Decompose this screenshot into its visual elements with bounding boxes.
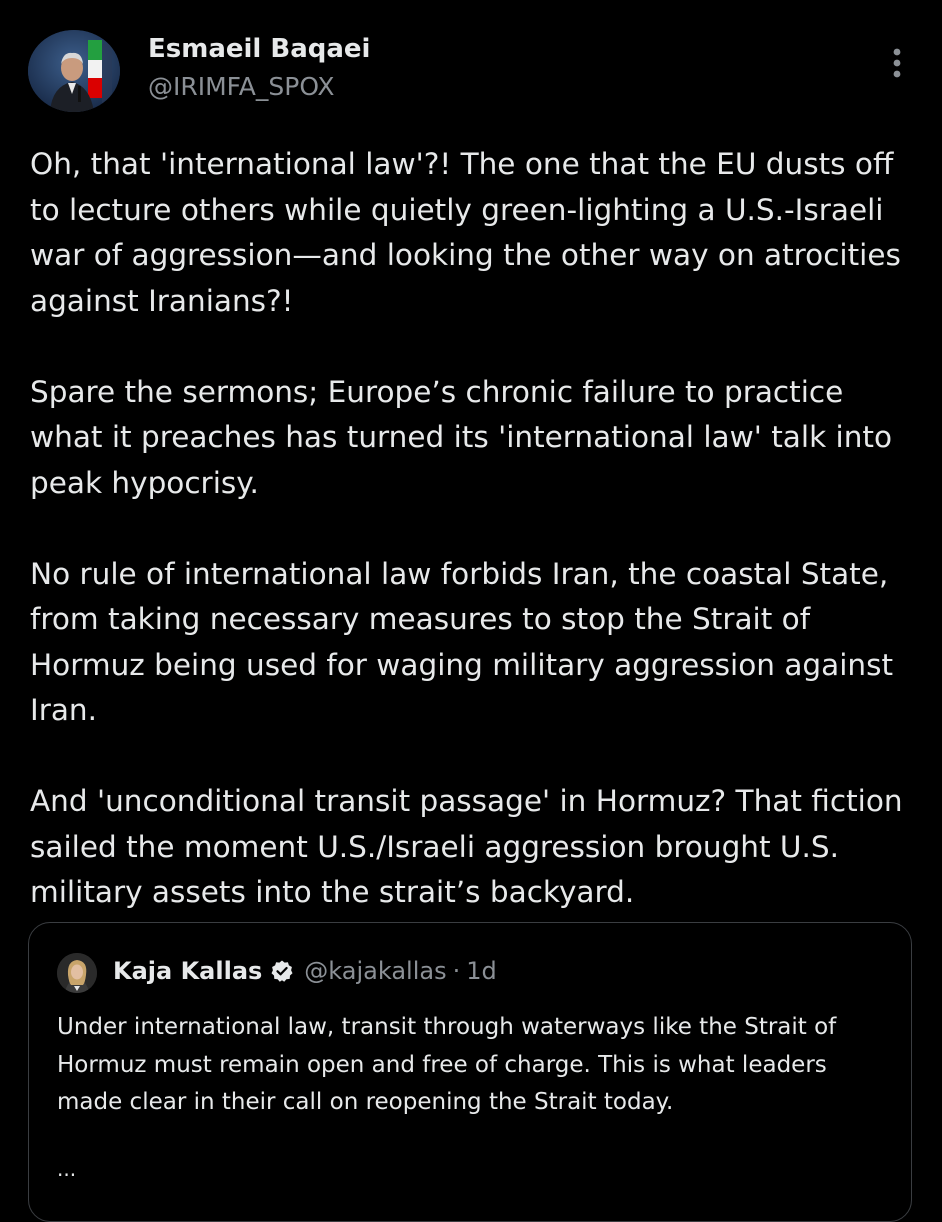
post-text: Oh, that 'international law'?! The one t…	[30, 142, 920, 916]
separator-dot: ·	[452, 957, 461, 985]
post-paragraph: Oh, that 'international law'?! The one t…	[30, 147, 901, 318]
quoted-post-text: Under international law, transit through…	[57, 1014, 837, 1115]
verified-badge-icon	[270, 959, 294, 983]
quoted-author-name[interactable]: Kaja Kallas	[113, 957, 262, 985]
post-paragraph: And 'unconditional transit passage' in H…	[30, 784, 903, 909]
post: Esmaeil Baqaei @IRIMFA_SPOX Oh, that 'in…	[0, 0, 942, 1222]
truncation-ellipsis: ...	[57, 1157, 77, 1181]
quoted-post-header: Kaja Kallas @kajakallas · 1d	[113, 957, 497, 985]
post-paragraph: No rule of international law forbids Ira…	[30, 556, 894, 728]
author-handle[interactable]: @IRIMFA_SPOX	[148, 72, 335, 101]
quoted-author-handle[interactable]: @kajakallas	[304, 957, 446, 985]
author-name[interactable]: Esmaeil Baqaei	[148, 34, 370, 64]
quoted-post-time[interactable]: 1d	[466, 957, 497, 985]
quoted-author-avatar[interactable]	[57, 953, 97, 993]
author-avatar[interactable]	[28, 30, 120, 112]
quoted-post[interactable]: Kaja Kallas @kajakallas · 1d Under inter…	[28, 922, 912, 1222]
more-vertical-icon[interactable]	[882, 44, 912, 84]
post-paragraph: Spare the sermons; Europe’s chronic fail…	[30, 374, 893, 500]
